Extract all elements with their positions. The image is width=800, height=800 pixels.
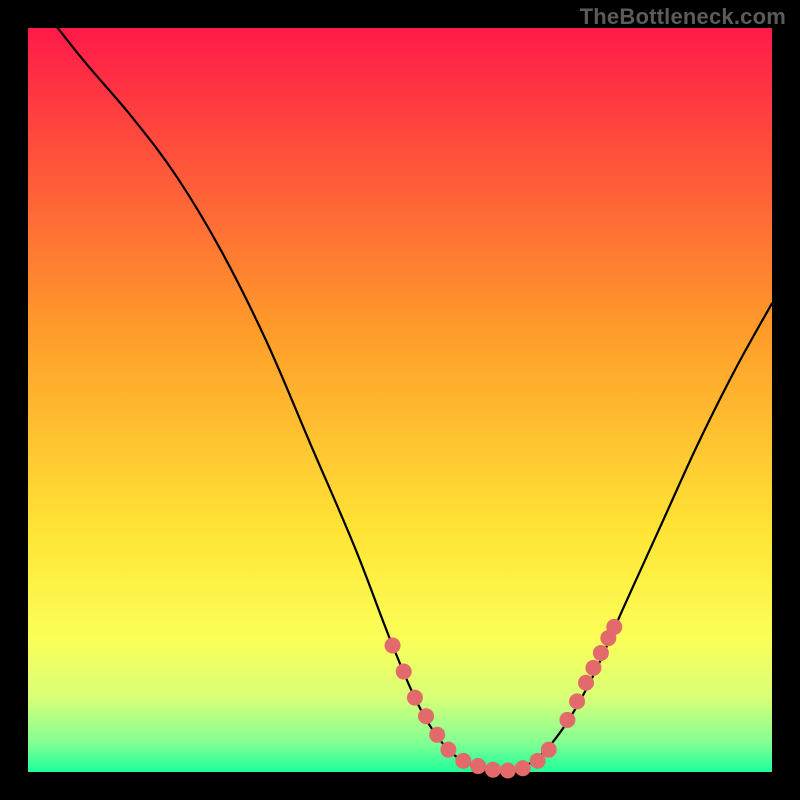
watermark-text: TheBottleneck.com [580,4,786,30]
marker-dot [396,664,412,680]
marker-dot [559,712,575,728]
marker-dot [585,660,601,676]
marker-dot [569,693,585,709]
marker-dot [407,690,423,706]
chart-frame: TheBottleneck.com [0,0,800,800]
marker-dot [470,758,486,774]
plot-background [28,28,772,772]
marker-dot [541,742,557,758]
marker-dot [429,727,445,743]
marker-dot [455,753,471,769]
marker-dot [515,760,531,776]
marker-dot [418,708,434,724]
marker-dot [485,762,501,778]
marker-dot [500,763,516,779]
marker-dot [440,742,456,758]
marker-dot [385,638,401,654]
marker-dot [578,675,594,691]
marker-dot [606,619,622,635]
chart-svg [0,0,800,800]
marker-dot [593,645,609,661]
